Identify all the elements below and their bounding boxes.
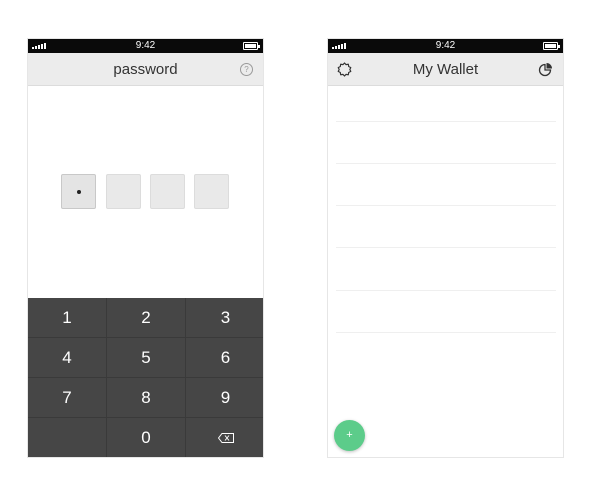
key-1[interactable]: 1	[28, 298, 107, 338]
code-dot	[77, 190, 81, 194]
page-title: password	[113, 61, 178, 78]
key-8[interactable]: 8	[107, 378, 186, 418]
code-box-2	[106, 174, 141, 209]
list-divider	[336, 205, 556, 206]
list-divider	[336, 247, 556, 248]
nav-bar: password ?	[28, 53, 263, 86]
key-9[interactable]: 9	[186, 378, 263, 418]
list-divider	[336, 121, 556, 122]
status-time: 9:42	[435, 40, 456, 51]
password-screen: 9:42 password ? 1 2 3 4 5 6 7 8 9 0	[27, 38, 264, 458]
list-divider	[336, 290, 556, 291]
battery-icon	[543, 42, 560, 50]
backspace-key[interactable]	[186, 418, 263, 457]
battery-icon	[243, 42, 260, 50]
wallet-screen: 9:42 My Wallet +	[327, 38, 564, 458]
numeric-keypad: 1 2 3 4 5 6 7 8 9 0	[28, 298, 263, 457]
code-box-4	[194, 174, 229, 209]
key-2[interactable]: 2	[107, 298, 186, 338]
status-bar: 9:42	[28, 39, 263, 53]
key-6[interactable]: 6	[186, 338, 263, 378]
key-7[interactable]: 7	[28, 378, 107, 418]
pie-chart-icon[interactable]	[538, 62, 553, 77]
page-title: My Wallet	[412, 61, 479, 78]
list-divider	[336, 163, 556, 164]
nav-bar: My Wallet	[328, 53, 563, 86]
help-icon[interactable]: ?	[240, 63, 253, 76]
backspace-icon	[218, 433, 234, 443]
code-box-1	[61, 174, 96, 209]
key-empty	[28, 418, 107, 457]
key-4[interactable]: 4	[28, 338, 107, 378]
add-button[interactable]: +	[334, 420, 365, 451]
code-box-3	[150, 174, 185, 209]
status-time: 9:42	[135, 40, 156, 51]
key-3[interactable]: 3	[186, 298, 263, 338]
status-bar: 9:42	[328, 39, 563, 53]
key-0[interactable]: 0	[107, 418, 186, 457]
key-5[interactable]: 5	[107, 338, 186, 378]
list-divider	[336, 332, 556, 333]
